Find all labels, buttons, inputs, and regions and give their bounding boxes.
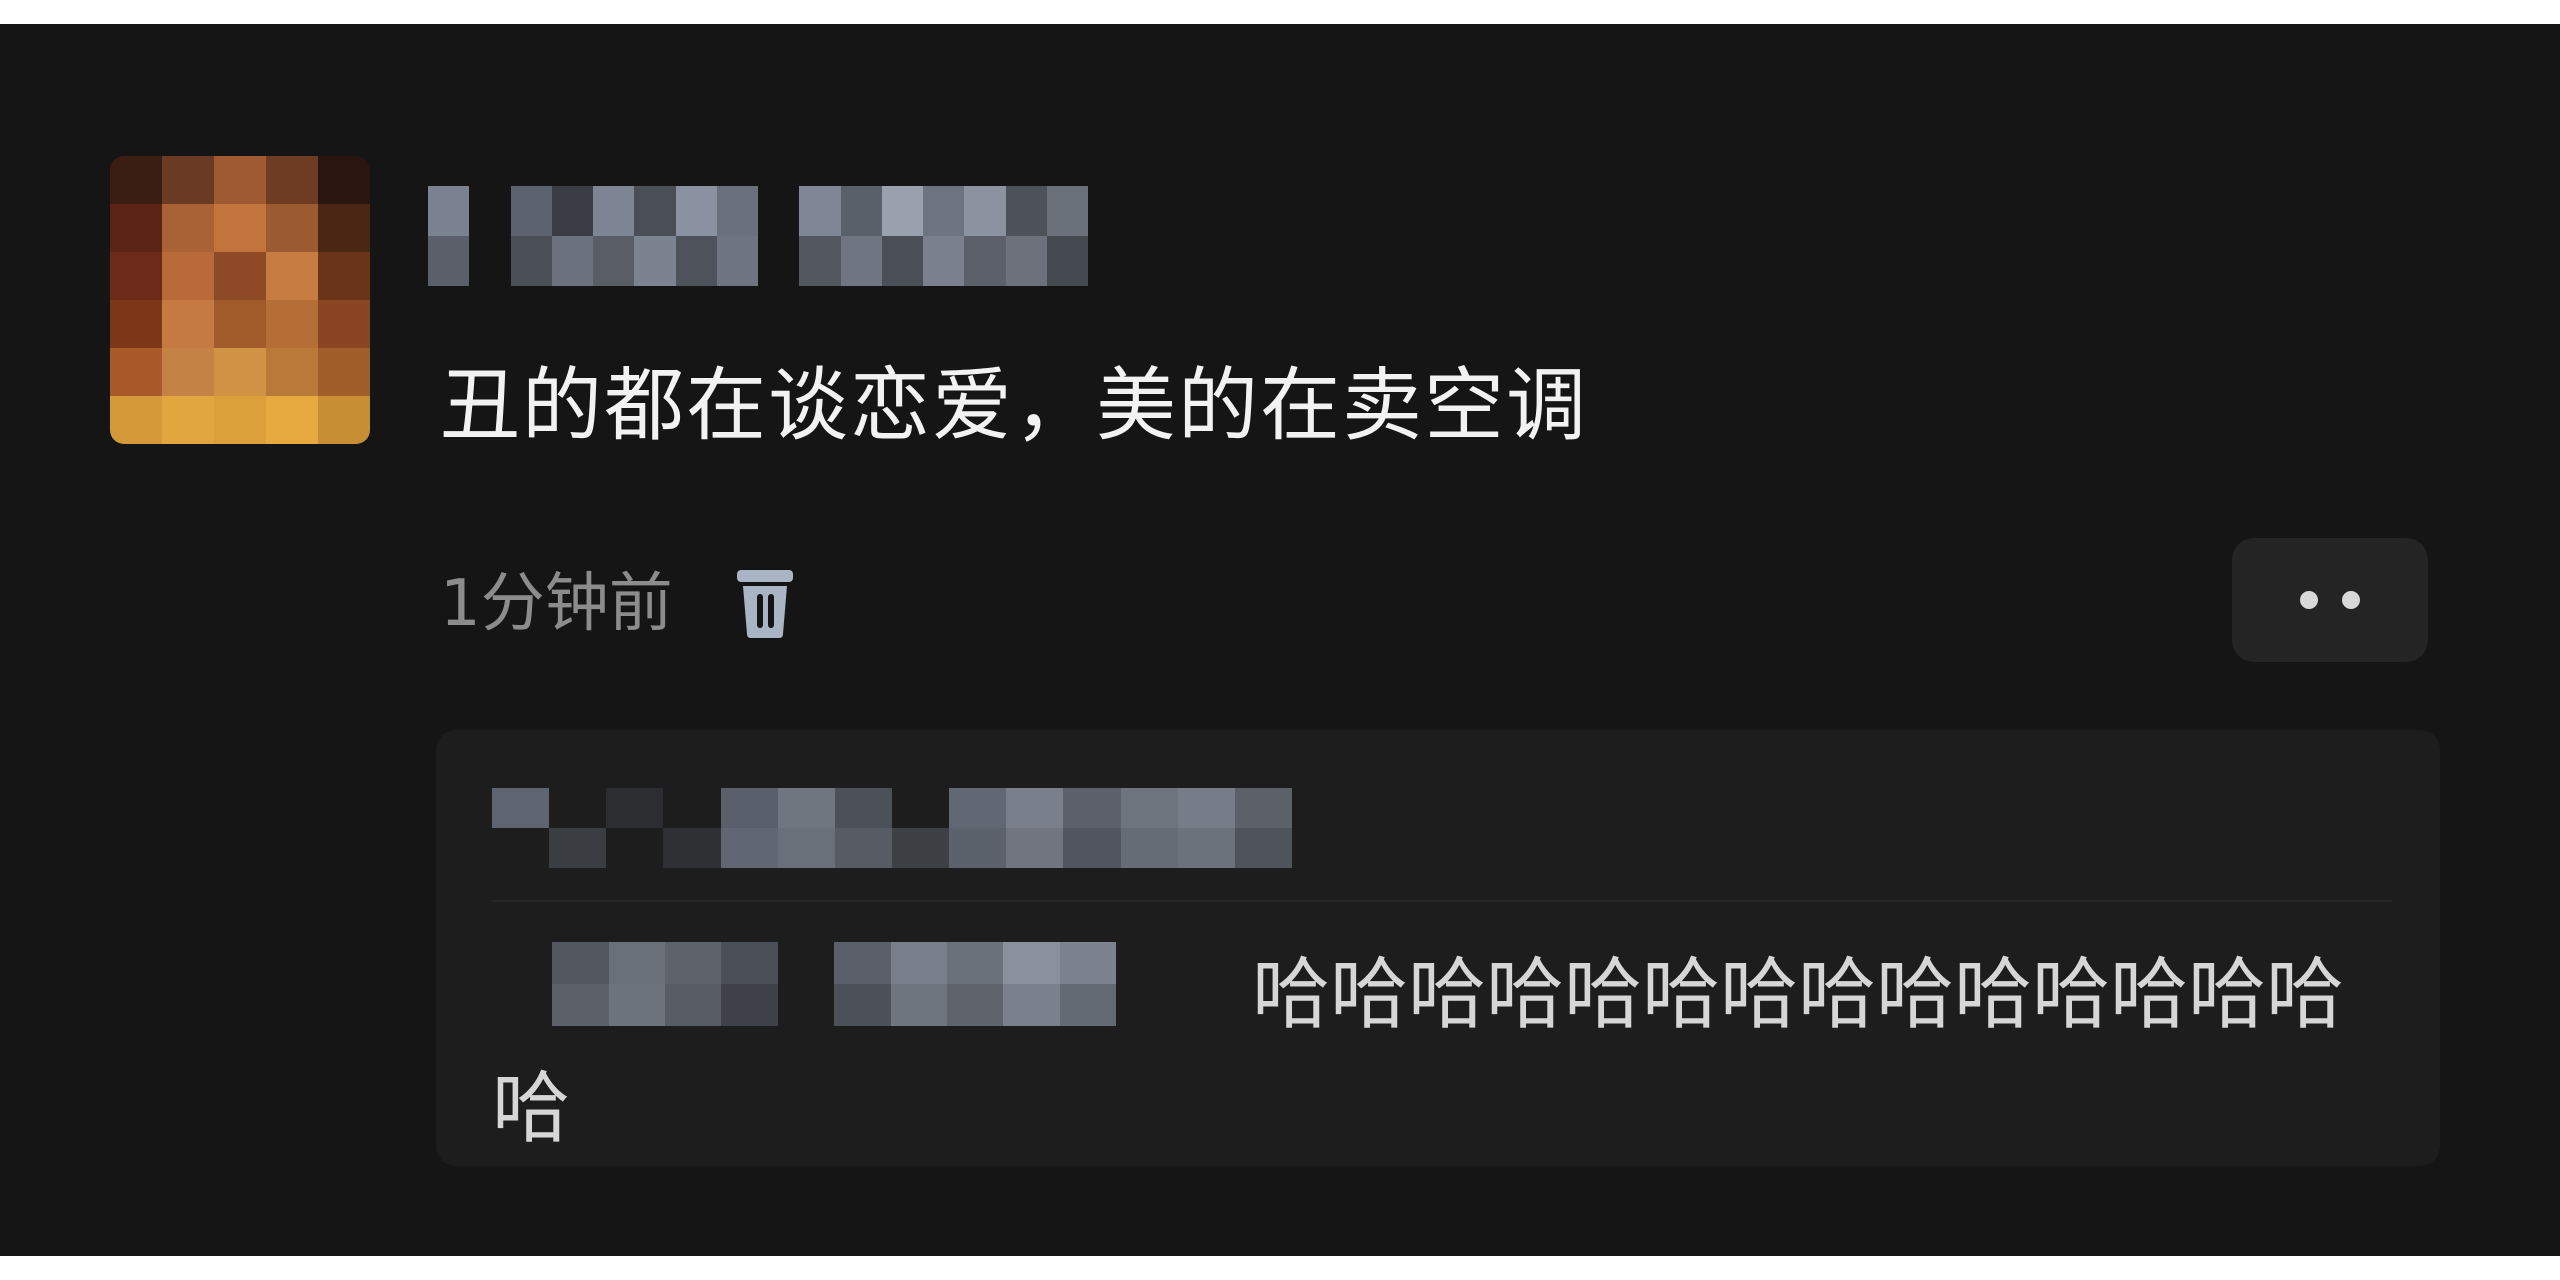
username-blurred[interactable] [428,186,1088,286]
reply-indent [492,1011,1252,1021]
reply-box[interactable]: 哈哈哈哈哈哈哈哈哈哈哈哈哈哈哈 [436,730,2440,1166]
comment-meta: 1分钟前 [440,564,797,644]
more-dots-icon [2300,591,2318,609]
comment-time: 1分钟前 [440,567,673,641]
reply-text-content: 哈哈哈哈哈哈哈哈哈哈哈哈哈哈哈 [492,950,2345,1154]
more-dots-icon [2342,591,2360,609]
reply-divider [492,900,2392,902]
comment-text: 丑的都在谈恋爱，美的在卖空调 [440,359,1588,452]
comment-screen: 丑的都在谈恋爱，美的在卖空调 1分钟前 哈哈哈哈哈哈哈哈哈哈哈哈哈哈哈 [0,24,2560,1256]
trash-icon[interactable] [733,566,797,642]
more-button[interactable] [2232,538,2428,662]
avatar[interactable] [110,156,370,444]
reply-text: 哈哈哈哈哈哈哈哈哈哈哈哈哈哈哈 [492,938,2412,1166]
reply-username-blurred[interactable] [492,788,1292,868]
